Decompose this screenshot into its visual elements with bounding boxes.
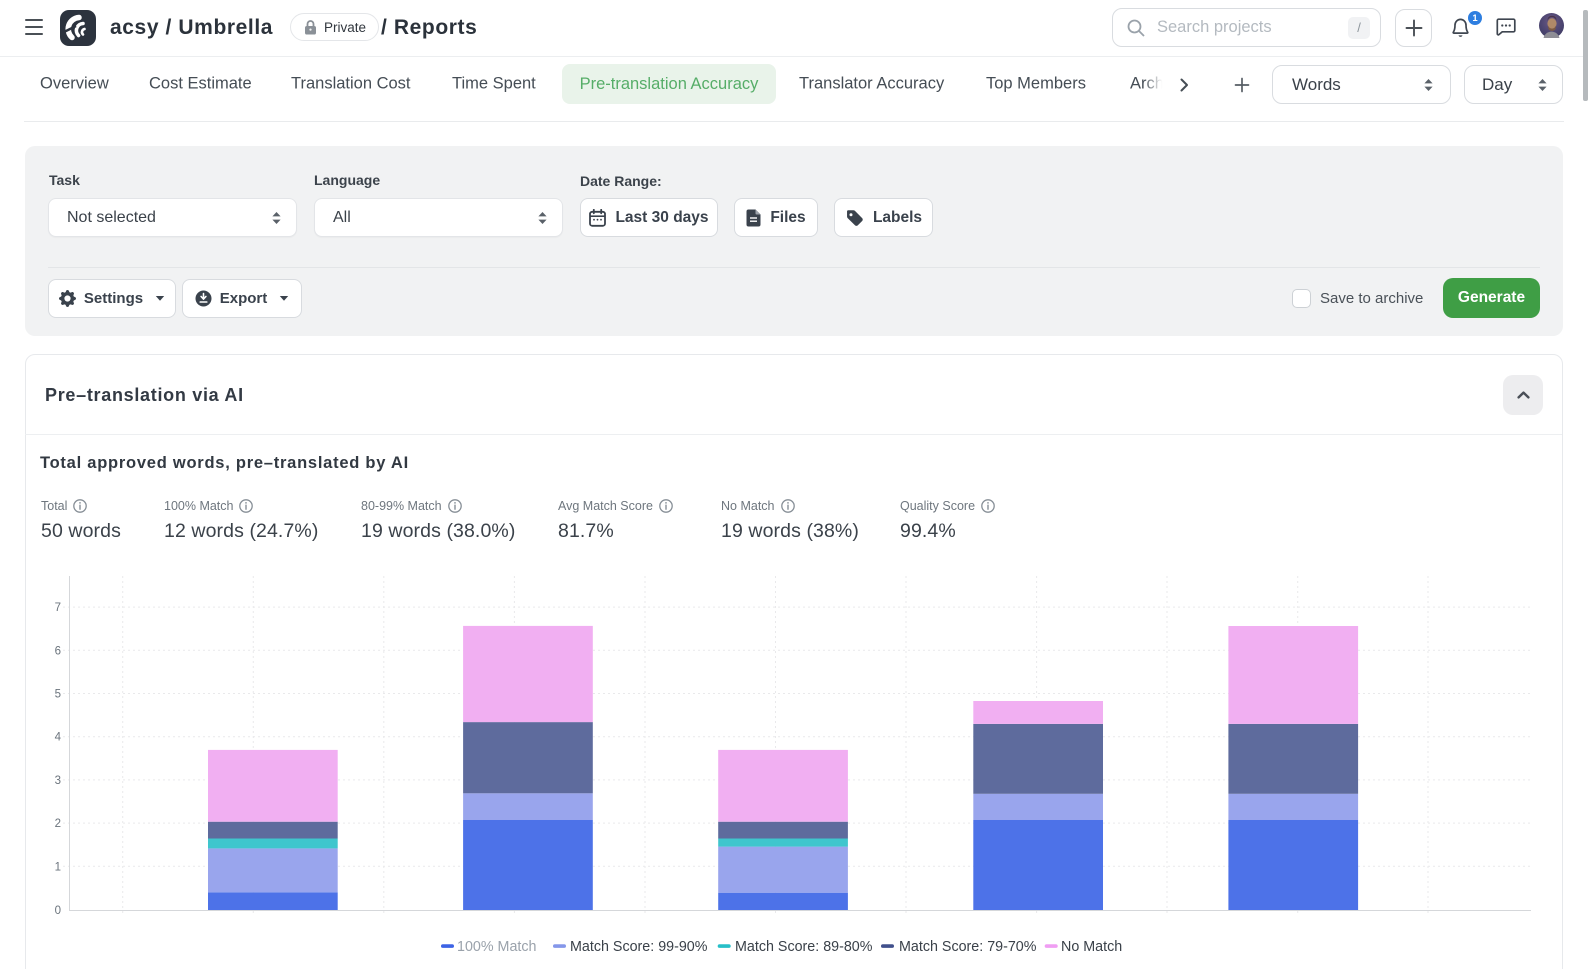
- svg-text:Match Score: 79-70%: Match Score: 79-70%: [899, 939, 1037, 955]
- svg-text:No Match: No Match: [1061, 939, 1122, 955]
- svg-text:Match Score: 89-80%: Match Score: 89-80%: [735, 939, 873, 955]
- svg-text:5: 5: [55, 689, 61, 701]
- svg-text:7: 7: [55, 602, 61, 614]
- svg-text:3: 3: [55, 775, 61, 787]
- svg-text:1: 1: [55, 861, 61, 873]
- svg-text:Match Score: 99-90%: Match Score: 99-90%: [570, 939, 708, 955]
- svg-text:100% Match: 100% Match: [457, 939, 537, 955]
- svg-text:2: 2: [55, 818, 61, 830]
- svg-text:0: 0: [55, 905, 61, 917]
- svg-text:6: 6: [55, 645, 61, 657]
- svg-text:4: 4: [55, 732, 62, 744]
